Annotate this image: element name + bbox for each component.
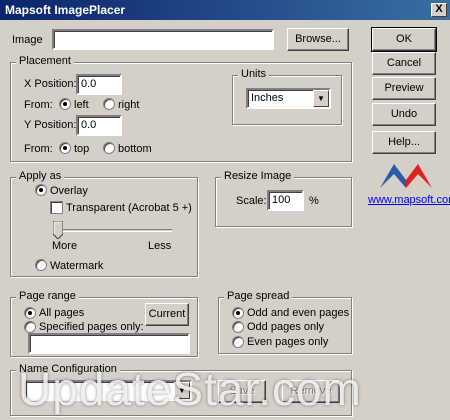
- units-group-title: Units: [238, 68, 270, 80]
- specified-pages-label: Specified pages only:: [39, 321, 144, 333]
- units-selected-value: Inches: [251, 92, 284, 104]
- close-icon[interactable]: X: [431, 3, 447, 17]
- even-pages-radio[interactable]: [232, 336, 244, 348]
- x-position-label: X Position:: [24, 78, 77, 90]
- browse-button[interactable]: Browse...: [287, 28, 349, 51]
- undo-button[interactable]: Undo: [372, 103, 436, 126]
- watermark-label: Watermark: [50, 260, 104, 272]
- mapsoft-logo-icon: [380, 164, 432, 188]
- scale-input[interactable]: 100: [267, 190, 304, 211]
- all-pages-label: All pages: [39, 307, 85, 319]
- specified-pages-radio[interactable]: [24, 321, 36, 333]
- watermark-radio[interactable]: [35, 259, 47, 271]
- scale-label: Scale:: [236, 195, 267, 207]
- image-path-input[interactable]: [52, 29, 274, 50]
- odd-pages-radio[interactable]: [232, 321, 244, 333]
- specified-pages-input[interactable]: [28, 333, 190, 354]
- window-title: Mapsoft ImagePlacer: [5, 3, 126, 17]
- slider-more-label: More: [52, 240, 78, 252]
- help-button[interactable]: Help...: [372, 131, 436, 154]
- odd-and-even-radio[interactable]: [232, 307, 244, 319]
- y-position-input[interactable]: 0.0: [76, 115, 122, 136]
- title-bar: Mapsoft ImagePlacer: [0, 0, 450, 20]
- preview-button[interactable]: Preview: [372, 77, 436, 100]
- ok-button[interactable]: OK: [371, 27, 437, 52]
- odd-pages-label: Odd pages only: [247, 321, 325, 333]
- resize-image-group-title: Resize Image: [221, 170, 295, 182]
- y-from-bottom-radio[interactable]: [103, 142, 115, 154]
- x-from-label: From:: [24, 99, 53, 111]
- y-from-bottom-label: bottom: [118, 143, 152, 155]
- page-spread-group-title: Page spread: [224, 290, 293, 302]
- x-from-right-label: right: [118, 99, 140, 111]
- apply-as-group-title: Apply as: [16, 170, 65, 182]
- overlay-label: Overlay: [50, 185, 88, 197]
- all-pages-radio[interactable]: [24, 307, 36, 319]
- y-position-label: Y Position:: [24, 119, 77, 131]
- y-from-top-radio[interactable]: [59, 142, 71, 154]
- x-from-left-label: left: [74, 99, 89, 111]
- transparency-slider-thumb[interactable]: [53, 221, 63, 239]
- transparent-label: Transparent (Acrobat 5 +): [66, 202, 192, 214]
- even-pages-label: Even pages only: [247, 336, 329, 348]
- odd-and-even-label: Odd and even pages: [247, 307, 350, 319]
- y-from-top-label: top: [74, 143, 90, 155]
- transparency-slider-track[interactable]: [54, 229, 172, 232]
- overlay-radio[interactable]: [35, 184, 47, 196]
- y-from-label: From:: [24, 143, 53, 155]
- x-from-left-radio[interactable]: [59, 98, 71, 110]
- mapsoft-website-link[interactable]: www.mapsoft.com: [368, 194, 450, 206]
- x-position-input[interactable]: 0.0: [76, 74, 122, 95]
- updatestar-watermark: UpdateStar.com: [18, 363, 362, 415]
- units-dropdown-arrow-icon[interactable]: ▼: [313, 90, 329, 107]
- placement-group-title: Placement: [16, 55, 74, 67]
- cancel-button[interactable]: Cancel: [372, 52, 436, 75]
- x-from-right-radio[interactable]: [103, 98, 115, 110]
- current-page-button[interactable]: Current: [145, 303, 189, 326]
- image-label: Image: [12, 34, 43, 46]
- scale-unit-label: %: [309, 195, 319, 207]
- transparent-checkbox[interactable]: [50, 201, 63, 214]
- slider-less-label: Less: [148, 240, 172, 252]
- page-range-group-title: Page range: [16, 290, 79, 302]
